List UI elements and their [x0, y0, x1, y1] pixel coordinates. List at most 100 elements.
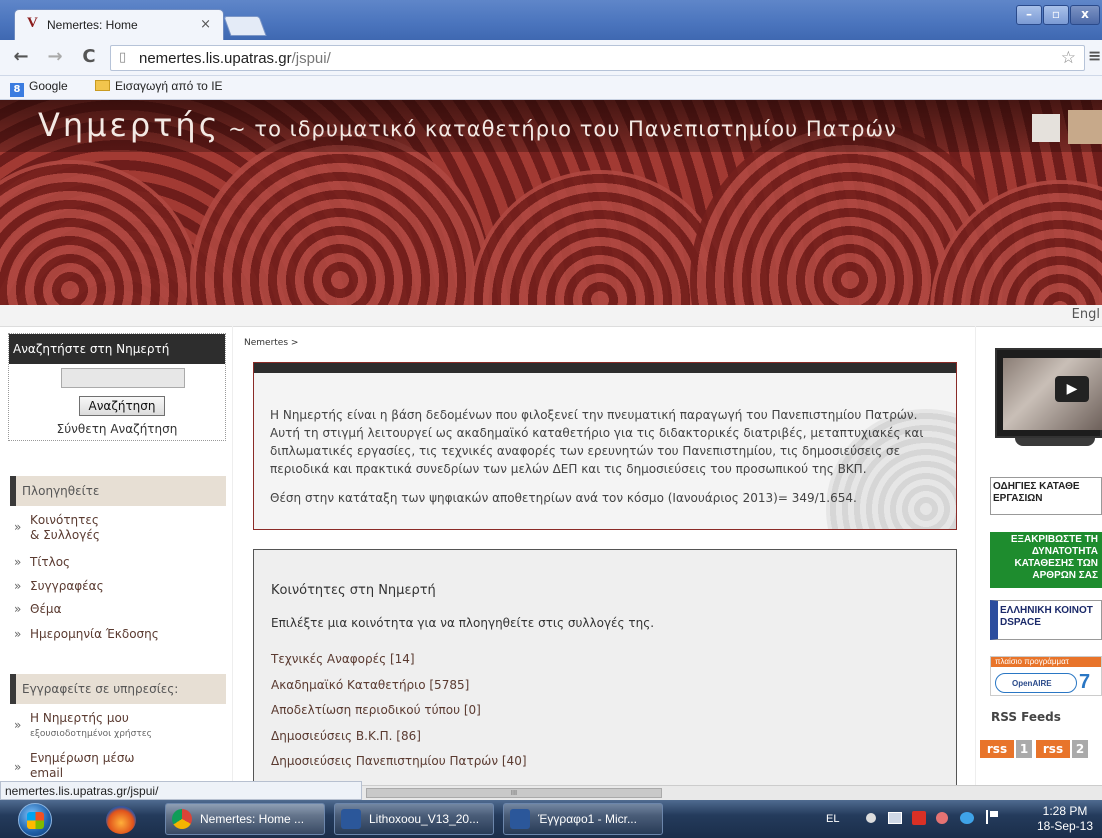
firefox-icon[interactable]: [106, 806, 136, 834]
url-text: nemertes.lis.upatras.gr/jspui/: [139, 50, 331, 67]
intro-topbar: [254, 363, 956, 373]
community-link[interactable]: Δημοσιεύσεις Β.Κ.Π. [86]: [271, 729, 527, 755]
arrow-icon: »: [14, 579, 22, 593]
video-thumbnail[interactable]: ▶: [995, 348, 1102, 448]
clock-date: 18-Sep-13: [1036, 819, 1094, 833]
arrow-icon: »: [14, 718, 22, 732]
rss-feed-icon[interactable]: rss: [980, 740, 1014, 758]
page-icon: ▯: [119, 50, 127, 65]
search-input[interactable]: [61, 368, 185, 388]
play-icon[interactable]: ▶: [1055, 376, 1089, 402]
arrow-icon: »: [14, 602, 22, 616]
search-button[interactable]: Αναζήτηση: [79, 396, 165, 416]
tab-close-icon[interactable]: ×: [200, 17, 211, 32]
sidebar-item-date[interactable]: » Ημερομηνία Έκδοσης: [14, 627, 214, 643]
openaire-banner[interactable]: πλαίσιο προγράμματ OpenAIRE 7: [990, 656, 1102, 696]
rss-feed-icon[interactable]: rss: [1036, 740, 1070, 758]
community-link[interactable]: Δημοσιεύσεις Πανεπιστημίου Πατρών [40]: [271, 754, 527, 780]
network-icon[interactable]: [888, 812, 902, 824]
word-icon: [341, 809, 361, 829]
sidebar-item-my-nemertes[interactable]: » Η Νημερτής μου εξουσιοδοτημένοι χρήστε…: [14, 711, 224, 739]
sidebar-item-title[interactable]: » Τίτλος: [14, 555, 214, 571]
communities-title: Κοινότητες στη Νημερτή: [271, 583, 436, 598]
taskbar-item-chrome[interactable]: Nemertes: Home ...: [165, 803, 325, 835]
language-indicator[interactable]: EL: [826, 813, 839, 825]
antivirus-icon[interactable]: [912, 811, 926, 825]
communities-subtitle: Επιλέξτε μια κοινότητα για να πλοηγηθείτ…: [271, 616, 655, 630]
site-name: ημερτής: [62, 106, 221, 144]
language-bar: Engl: [0, 305, 1102, 327]
minimize-button[interactable]: –: [1016, 5, 1042, 25]
google-icon: 8: [10, 83, 24, 97]
start-button[interactable]: [18, 803, 52, 837]
address-bar[interactable]: ▯ nemertes.lis.upatras.gr/jspui/ ☆: [110, 45, 1085, 71]
search-header: Αναζητήστε στη Νημερτή: [9, 334, 225, 364]
sidebar-item-subject[interactable]: » Θέμα: [14, 602, 214, 618]
tab-title: Nemertes: Home: [47, 18, 138, 32]
new-tab-button[interactable]: [223, 16, 267, 36]
maximize-button[interactable]: ▫: [1043, 5, 1069, 25]
banner-ornament: [190, 130, 490, 305]
action-center-flag-icon[interactable]: [986, 810, 998, 824]
bookmark-ie-import[interactable]: Εισαγωγή από το IE: [95, 79, 223, 93]
sidebar-item-author[interactable]: » Συγγραφέας: [14, 579, 214, 595]
search-box: Αναζητήστε στη Νημερτή Αναζήτηση Σύνθετη…: [8, 333, 226, 441]
site-title[interactable]: Vημερτής ~ το ιδρυματικό καταθετήριο του…: [38, 106, 897, 144]
greek-dspace-banner[interactable]: ΕΛΛΗΝΙΚΗ ΚΟΙΝΟΤ DSPACE: [990, 600, 1102, 640]
tray-sync-icon[interactable]: [960, 812, 974, 824]
sidebar-item-communities[interactable]: » Κοινότητες & Συλλογές: [14, 513, 214, 543]
intro-text: Η Νημερτής είναι η βάση δεδομένων που φι…: [270, 408, 924, 476]
taskbar-clock[interactable]: 1:28 PM 18-Sep-13: [1032, 804, 1098, 834]
monitor-stand: [1015, 438, 1095, 446]
advanced-search-link[interactable]: Σύνθετη Αναζήτηση: [9, 422, 225, 436]
language-link[interactable]: Engl: [1072, 307, 1100, 322]
verify-deposit-banner[interactable]: ΕΞΑΚΡΙΒΩΣΤΕ ΤΗ ΔΥΝΑΤΟΤΗΤΑ ΚΑΤΑΘΕΣΗΣ ΤΩΝ …: [990, 532, 1102, 588]
openaire-strip: πλαίσιο προγράμματ: [991, 657, 1101, 667]
arrow-icon: »: [14, 627, 22, 641]
volume-icon[interactable]: [866, 813, 876, 823]
community-link[interactable]: Αποδελτίωση περιοδικού τύπου [0]: [271, 703, 527, 729]
site-logo-letter: V: [38, 106, 63, 144]
services-header: Εγγραφείτε σε υπηρεσίες:: [10, 674, 226, 704]
forward-icon[interactable]: →: [44, 47, 66, 69]
sidebar-item-email-alerts[interactable]: » Ενημέρωση μέσω email: [14, 751, 224, 781]
bookmark-star-icon[interactable]: ☆: [1061, 48, 1076, 68]
browser-menu-icon[interactable]: ≡: [1088, 46, 1101, 65]
bookmark-google[interactable]: 8 Google: [10, 79, 68, 97]
rss-feeds-title: RSS Feeds: [991, 710, 1061, 724]
site-favicon-icon: V: [27, 15, 38, 31]
community-link[interactable]: Τεχνικές Αναφορές [14]: [271, 652, 527, 678]
browser-tab[interactable]: V Nemertes: Home ×: [14, 9, 224, 40]
rss-version[interactable]: 1: [1016, 740, 1032, 758]
community-link[interactable]: Ακαδημαϊκό Καταθετήριο [5785]: [271, 678, 527, 704]
close-window-button[interactable]: x: [1070, 5, 1100, 25]
url-path: /jspui/: [291, 50, 331, 67]
browse-header: Πλοηγηθείτε: [10, 476, 226, 506]
taskbar-item-word-2[interactable]: Έγγραφο1 - Micr...: [503, 803, 663, 835]
communities-box: Κοινότητες στη Νημερτή Επιλέξτε μια κοιν…: [253, 549, 957, 789]
browser-toolbar: ← → C ▯ nemertes.lis.upatras.gr/jspui/ ☆: [0, 40, 1102, 76]
clock-time: 1:28 PM: [1042, 804, 1088, 818]
horizontal-scrollbar[interactable]: III: [362, 785, 1102, 800]
arrow-icon: »: [14, 555, 22, 569]
reload-icon[interactable]: C: [78, 47, 100, 69]
openaire-mark: 7: [1079, 671, 1091, 693]
tray-app-icon[interactable]: [936, 812, 948, 824]
chrome-icon: [172, 809, 192, 829]
rss-version[interactable]: 2: [1072, 740, 1088, 758]
folder-icon: [95, 80, 110, 91]
back-icon[interactable]: ←: [10, 47, 32, 69]
site-tagline: ~ το ιδρυματικό καταθετήριο του Πανεπιστ…: [228, 117, 897, 141]
communities-list: Τεχνικές Αναφορές [14] Ακαδημαϊκό Καταθε…: [271, 652, 527, 780]
arrow-icon: »: [14, 760, 22, 774]
url-host: nemertes.lis.upatras.gr: [139, 50, 292, 67]
breadcrumb[interactable]: Nemertes >: [244, 338, 298, 348]
scrollbar-thumb[interactable]: III: [366, 788, 662, 798]
ranking-text: Θέση στην κατάταξη των ψηφιακών αποθετηρ…: [270, 491, 857, 505]
taskbar-item-word-1[interactable]: Lithoxoou_V13_20...: [334, 803, 494, 835]
banner-thumbnail: [1068, 110, 1102, 144]
arrow-icon: »: [14, 520, 22, 534]
site-banner: Vημερτής ~ το ιδρυματικό καταθετήριο του…: [0, 100, 1102, 305]
openaire-logo: OpenAIRE: [995, 673, 1077, 693]
deposit-guidelines-banner[interactable]: ΟΔΗΓΙΕΣ ΚΑΤΑΘΕ ΕΡΓΑΣΙΩΝ: [990, 477, 1102, 515]
